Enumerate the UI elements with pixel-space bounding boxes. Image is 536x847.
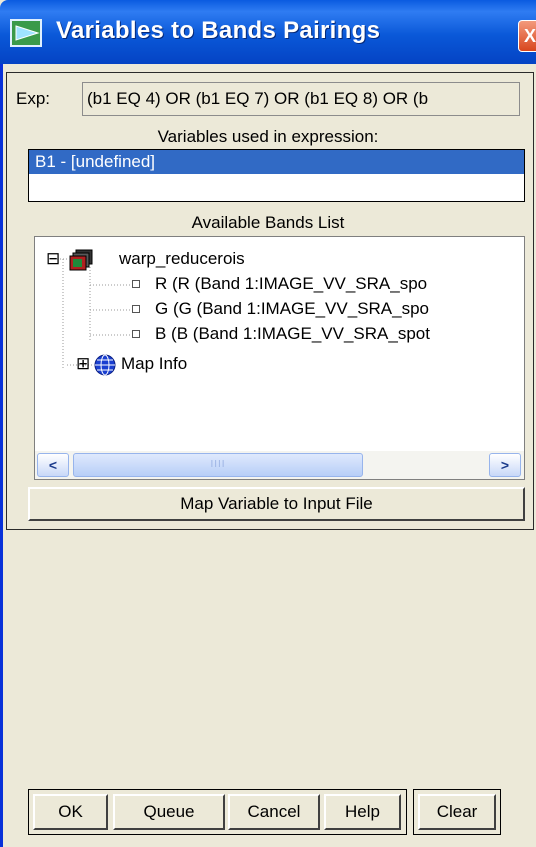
variables-label: Variables used in expression: [157,127,379,146]
tree-expander-map-info[interactable]: ⊞ [76,354,90,374]
map-variable-button[interactable]: Map Variable to Input File [28,487,525,521]
band-icon [132,305,140,313]
bands-tree[interactable]: ⊟ warp_reducerois R (R (Band 1:IMAGE_VV_… [34,236,525,480]
globe-icon [94,354,116,376]
queue-button[interactable]: Queue [113,794,225,830]
window-border [0,64,3,847]
expression-field[interactable]: (b1 EQ 4) OR (b1 EQ 7) OR (b1 EQ 8) OR (… [82,82,520,116]
close-button[interactable]: X [518,20,536,52]
scroll-right-icon[interactable]: > [489,453,521,477]
ok-button[interactable]: OK [33,794,108,830]
variables-list[interactable]: B1 - [undefined] [28,149,525,202]
tree-band-b[interactable]: B (B (Band 1:IMAGE_VV_SRA_spot [155,324,430,344]
band-icon [132,280,140,288]
expression-label: Exp: [16,89,51,108]
tree-band-r[interactable]: R (R (Band 1:IMAGE_VV_SRA_spo [155,274,427,294]
scroll-left-icon[interactable]: < [37,453,69,477]
tree-expander-root[interactable]: ⊟ [46,249,60,269]
tree-band-g[interactable]: G (G (Band 1:IMAGE_VV_SRA_spo [155,299,429,319]
variable-item-b1[interactable]: B1 - [undefined] [29,150,524,174]
envi-dialog-icon [10,19,42,47]
band-icon [132,330,140,338]
bands-list-label: Available Bands List [191,213,345,232]
tree-map-info-label[interactable]: Map Info [121,354,187,374]
title-bar[interactable]: Variables to Bands Pairings [0,0,536,64]
clear-button[interactable]: Clear [418,794,496,830]
help-button[interactable]: Help [324,794,401,830]
cancel-button[interactable]: Cancel [228,794,320,830]
horizontal-scrollbar[interactable]: < IIII > [35,451,524,479]
scroll-thumb[interactable]: IIII [73,453,363,477]
tree-connectors [57,258,130,369]
tree-root-label[interactable]: warp_reducerois [119,249,245,269]
raster-file-icon [69,249,93,271]
close-icon: X [524,26,536,46]
window-title: Variables to Bands Pairings [56,17,381,44]
